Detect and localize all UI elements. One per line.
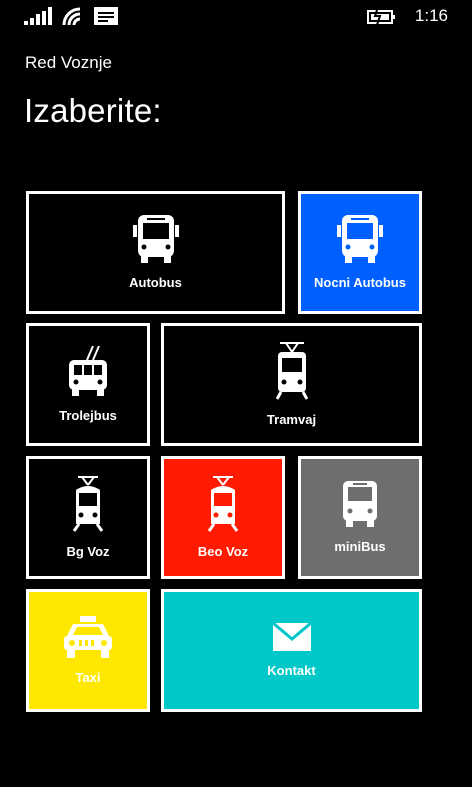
trolleybus-icon [69, 346, 107, 396]
tile-trolejbus[interactable]: Trolejbus [26, 323, 150, 446]
status-bar: 1:16 [0, 0, 472, 34]
tile-label: miniBus [334, 539, 386, 554]
tile-label: Nocni Autobus [314, 275, 406, 290]
train-icon [207, 476, 239, 532]
tile-label: Tramvaj [266, 412, 317, 427]
tile-label: Bg Voz [66, 544, 110, 559]
message-icon [94, 7, 118, 25]
tile-kontakt[interactable]: Kontakt [161, 589, 422, 712]
tile-label: Kontakt [267, 663, 316, 678]
tram-icon [275, 342, 308, 400]
minibus-icon [343, 481, 377, 527]
tile-label: Autobus [129, 275, 182, 290]
tile-label: Taxi [75, 670, 101, 685]
tile-beo-voz[interactable]: Beo Voz [161, 456, 285, 579]
tile-tramvaj[interactable]: Tramvaj [161, 323, 422, 446]
bus-icon [132, 215, 179, 263]
train-icon [72, 476, 104, 532]
wifi-icon [62, 7, 81, 25]
taxi-icon [64, 616, 112, 658]
tile-label: Trolejbus [59, 408, 117, 423]
bus-icon [337, 215, 383, 263]
tile-minibus[interactable]: miniBus [298, 456, 422, 579]
tile-nocni-autobus[interactable]: Nocni Autobus [298, 191, 422, 314]
tile-taxi[interactable]: Taxi [26, 589, 150, 712]
mail-icon [272, 623, 311, 651]
clock-time: 1:16 [414, 6, 448, 25]
tile-label: Beo Voz [197, 544, 249, 559]
tile-autobus[interactable]: Autobus [26, 191, 285, 314]
battery-charging-icon [366, 7, 395, 25]
page-title: Izaberite: [24, 92, 162, 129]
signal-bars-icon [24, 7, 52, 25]
app-title: Red Voznje [25, 53, 112, 72]
tile-bg-voz[interactable]: Bg Voz [26, 456, 150, 579]
